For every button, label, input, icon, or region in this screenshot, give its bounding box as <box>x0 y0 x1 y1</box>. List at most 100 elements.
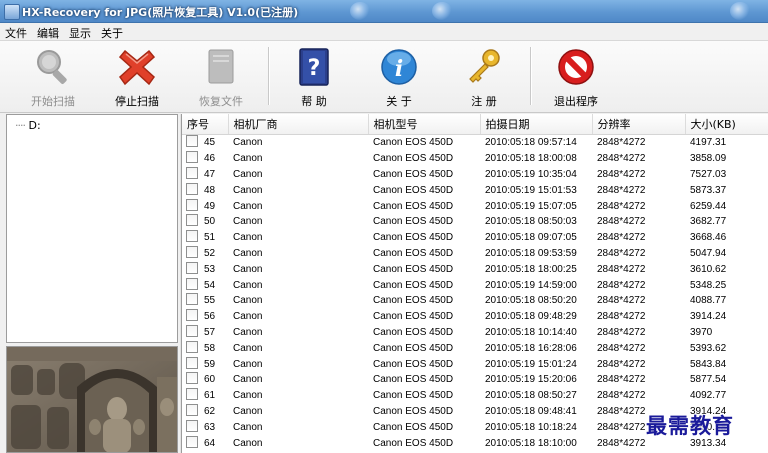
table-row[interactable]: 58 Canon Canon EOS 450D 2010:05:18 16:28:06… <box>182 340 768 356</box>
table-row[interactable]: 59 Canon Canon EOS 450D 2010:05:19 15:01:24… <box>182 356 768 372</box>
photo-thumbnail <box>7 347 177 452</box>
cell-index: 60 <box>182 372 228 388</box>
table-row[interactable]: 50 Canon Canon EOS 450D 2010:05:18 08:50:03… <box>182 214 768 230</box>
recover-files-button[interactable]: 恢复文件 <box>186 43 256 109</box>
cell-index: 56 <box>182 309 228 325</box>
row-index: 47 <box>204 168 216 180</box>
cell-maker: Canon <box>233 232 263 244</box>
table-row[interactable]: 46 Canon Canon EOS 450D 2010:05:18 18:00:08… <box>182 151 768 167</box>
column-header-index[interactable]: 序号 <box>182 114 229 135</box>
row-index: 63 <box>204 421 216 433</box>
table-row[interactable]: 47 Canon Canon EOS 450D 2010:05:19 10:35:04… <box>182 166 768 183</box>
cell-index: 58 <box>182 340 228 356</box>
table-row[interactable]: 45 Canon Canon EOS 450D 2010:05:18 09:57:14… <box>182 135 768 151</box>
stop-scan-button[interactable]: 停止扫描 <box>102 43 172 109</box>
cell-index: 53 <box>182 261 228 277</box>
cell-index: 50 <box>182 214 228 230</box>
menu-view[interactable]: 显示 <box>64 23 96 41</box>
magnifier-icon <box>37 50 67 84</box>
row-checkbox[interactable] <box>186 356 198 369</box>
image-preview <box>6 346 178 453</box>
row-checkbox[interactable] <box>186 372 198 385</box>
table-row[interactable]: 60 Canon Canon EOS 450D 2010:05:19 15:20:06… <box>182 372 768 388</box>
table-row[interactable]: 61 Canon Canon EOS 450D 2010:05:18 08:50:27… <box>182 388 768 404</box>
row-checkbox[interactable] <box>186 403 198 416</box>
row-checkbox[interactable] <box>186 435 198 448</box>
column-header-size[interactable]: 大小(KB) <box>685 114 768 135</box>
cell-date: 2010:05:19 15:01:53 <box>485 184 577 196</box>
row-checkbox[interactable] <box>186 324 198 337</box>
column-header-date[interactable]: 拍摄日期 <box>480 114 593 135</box>
row-checkbox[interactable] <box>186 166 198 179</box>
column-header-maker[interactable]: 相机厂商 <box>228 114 369 135</box>
column-header-model[interactable]: 相机型号 <box>368 114 481 135</box>
cell-resolution: 2848*4272 <box>597 263 646 275</box>
cell-maker: Canon <box>233 390 263 402</box>
recover-file-icon <box>208 49 234 84</box>
row-index: 64 <box>204 437 216 449</box>
table-row[interactable]: 48 Canon Canon EOS 450D 2010:05:19 15:01:53… <box>182 182 768 198</box>
exit-button[interactable]: 退出程序 <box>541 43 611 109</box>
row-checkbox[interactable] <box>186 419 198 432</box>
cell-date: 2010:05:19 15:20:06 <box>485 374 577 386</box>
exit-label: 退出程序 <box>554 95 598 108</box>
cell-model: Canon EOS 450D <box>373 232 454 244</box>
cell-maker: Canon <box>233 374 263 386</box>
row-checkbox[interactable] <box>186 182 198 195</box>
row-checkbox[interactable] <box>186 293 198 306</box>
svg-text:i: i <box>395 56 403 82</box>
table-row[interactable]: 49 Canon Canon EOS 450D 2010:05:19 15:07:05… <box>182 198 768 214</box>
row-checkbox[interactable] <box>186 214 198 227</box>
cell-date: 2010:05:18 08:50:20 <box>485 295 577 307</box>
row-checkbox[interactable] <box>186 135 198 148</box>
file-list[interactable]: 序号 相机厂商 相机型号 拍摄日期 分辨率 大小(KB) 45 Canon Cano… <box>181 114 768 453</box>
stop-scan-label: 停止扫描 <box>115 95 159 108</box>
row-checkbox[interactable] <box>186 309 198 322</box>
cell-size: 3970 <box>690 326 713 338</box>
table-row[interactable]: 55 Canon Canon EOS 450D 2010:05:18 08:50:20… <box>182 293 768 309</box>
row-checkbox[interactable] <box>186 340 198 353</box>
table-row[interactable]: 53 Canon Canon EOS 450D 2010:05:18 18:00:25… <box>182 261 768 277</box>
table-row[interactable]: 51 Canon Canon EOS 450D 2010:05:18 09:07:05… <box>182 230 768 246</box>
cell-resolution: 2848*4272 <box>597 342 646 354</box>
menu-edit[interactable]: 编辑 <box>32 23 64 41</box>
row-checkbox[interactable] <box>186 230 198 243</box>
cell-date: 2010:05:18 09:07:05 <box>485 232 577 244</box>
cell-model: Canon EOS 450D <box>373 358 454 370</box>
cell-date: 2010:05:19 14:59:00 <box>485 279 577 291</box>
row-checkbox[interactable] <box>186 198 198 211</box>
menu-file[interactable]: 文件 <box>0 23 32 41</box>
table-row[interactable]: 54 Canon Canon EOS 450D 2010:05:19 14:59:00… <box>182 277 768 293</box>
start-scan-label: 开始扫描 <box>31 95 75 108</box>
cell-size: 6259.44 <box>690 200 727 212</box>
menu-bar: 文件 编辑 显示 关于 <box>0 23 768 41</box>
row-checkbox[interactable] <box>186 151 198 164</box>
row-checkbox[interactable] <box>186 388 198 401</box>
cell-model: Canon EOS 450D <box>373 405 454 417</box>
cell-model: Canon EOS 450D <box>373 326 454 338</box>
cell-model: Canon EOS 450D <box>373 279 454 291</box>
cell-model: Canon EOS 450D <box>373 421 454 433</box>
folder-tree[interactable]: ···· D: <box>6 114 178 343</box>
help-button[interactable]: ? 帮 助 <box>279 43 349 109</box>
cell-resolution: 2848*4272 <box>597 311 646 323</box>
row-index: 52 <box>204 247 216 259</box>
row-index: 49 <box>204 200 216 212</box>
table-row[interactable]: 57 Canon Canon EOS 450D 2010:05:18 10:14:40… <box>182 324 768 341</box>
table-row[interactable]: 52 Canon Canon EOS 450D 2010:05:18 09:53:59… <box>182 245 768 262</box>
cell-index: 63 <box>182 419 228 435</box>
cell-size: 3682.77 <box>690 216 727 228</box>
cell-index: 62 <box>182 403 228 420</box>
row-checkbox[interactable] <box>186 261 198 274</box>
row-checkbox[interactable] <box>186 245 198 258</box>
row-checkbox[interactable] <box>186 277 198 290</box>
start-scan-button[interactable]: 开始扫描 <box>18 43 88 109</box>
about-button[interactable]: i 关 于 <box>364 43 434 109</box>
menu-about[interactable]: 关于 <box>96 23 128 41</box>
column-header-resolution[interactable]: 分辨率 <box>592 114 686 135</box>
tree-node-drive[interactable]: ···· D: <box>15 119 41 132</box>
cell-index: 48 <box>182 182 228 198</box>
row-index: 55 <box>204 295 216 307</box>
register-button[interactable]: 注 册 <box>449 43 519 109</box>
table-row[interactable]: 56 Canon Canon EOS 450D 2010:05:18 09:48:29… <box>182 309 768 325</box>
